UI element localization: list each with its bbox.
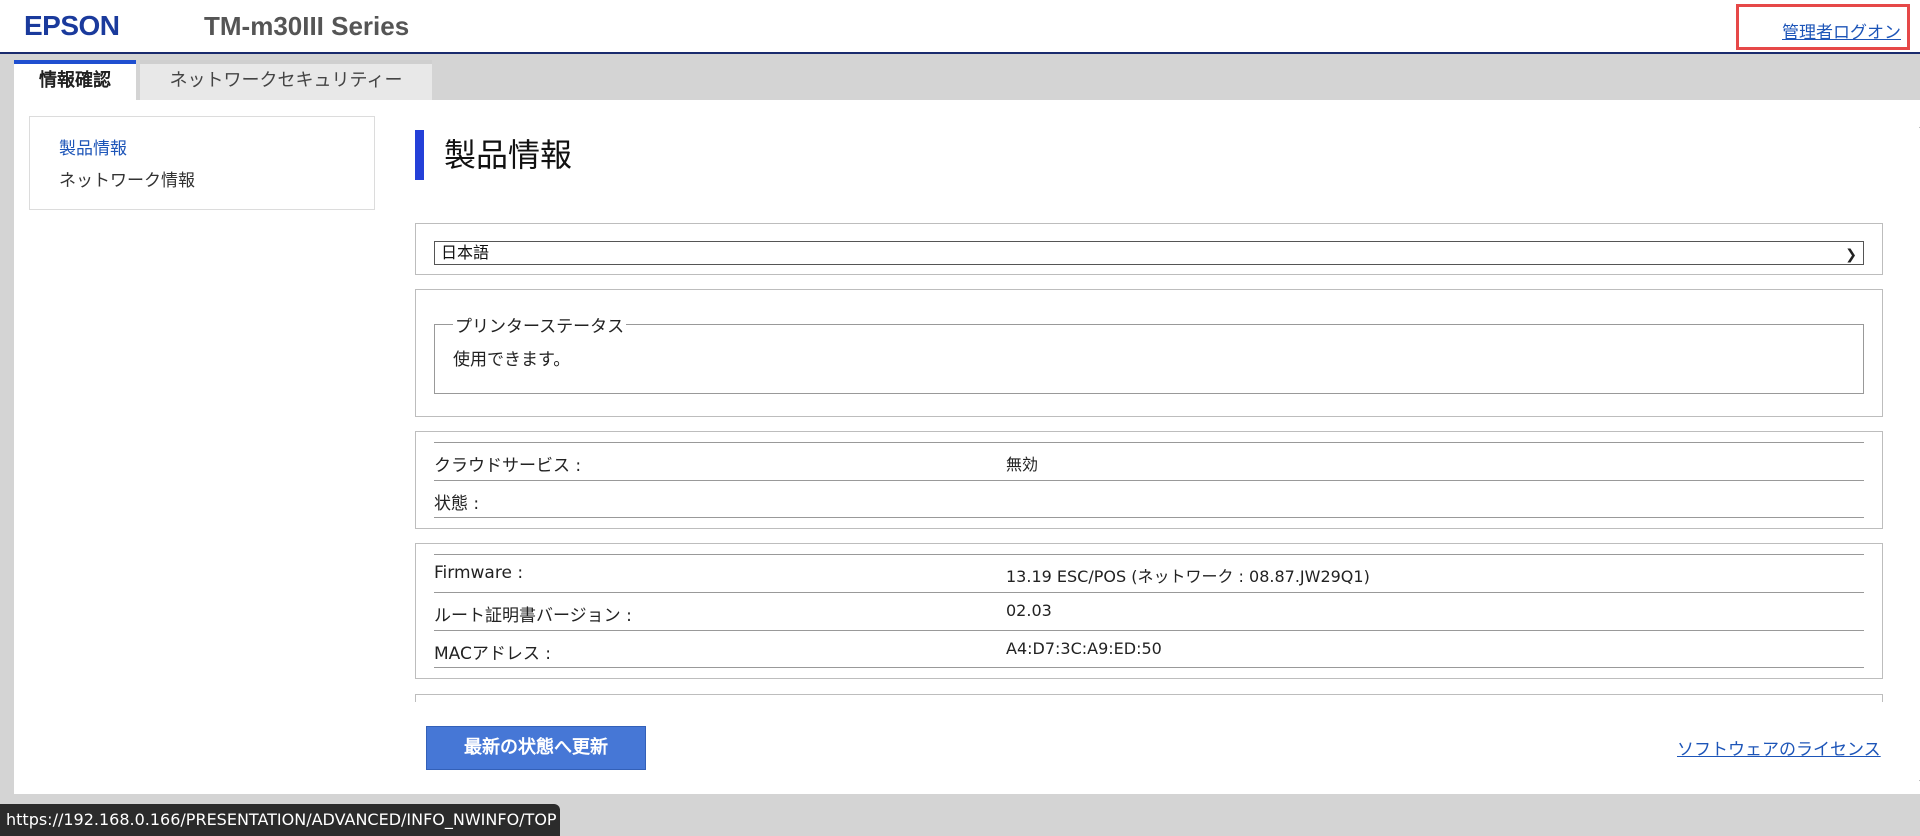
admin-login-link[interactable]: 管理者ログオン (1782, 18, 1901, 43)
printer-status-text: 使用できます。 (453, 350, 571, 370)
root-cert-label: ルート証明書バージョン : (434, 606, 632, 626)
admin-login-highlight: 管理者ログオン (1736, 4, 1910, 50)
page-title: 製品情報 (415, 130, 572, 180)
printer-status-fieldset: プリンターステータス 使用できます。 (434, 312, 1864, 394)
content-panel: 製品情報 ネットワーク情報 製品情報 日本語 ❯ プリンターステータス 使用でき… (14, 100, 1920, 794)
table-row: クラウドサービス : 無効 (434, 442, 1864, 480)
printer-status-legend: プリンターステータス (455, 317, 625, 337)
tab-network-security[interactable]: ネットワークセキュリティー (140, 60, 432, 100)
sidebar-item-product-info[interactable]: 製品情報 (59, 133, 374, 165)
epson-logo: EPSON (24, 10, 120, 41)
table-row: Firmware : 13.19 ESC/POS (ネットワーク : 08.87… (434, 554, 1864, 592)
language-selected-value: 日本語 (441, 243, 490, 262)
language-section: 日本語 ❯ (415, 223, 1883, 275)
software-license-link[interactable]: ソフトウェアのライセンス (1677, 735, 1881, 760)
language-select[interactable]: 日本語 ❯ (434, 241, 1864, 265)
mac-address-value: A4:D7:3C:A9:ED:50 (1006, 639, 1162, 658)
cloud-service-value: 無効 (1006, 455, 1039, 474)
table-row: 状態 : (434, 480, 1864, 518)
cloud-state-label: 状態 : (434, 494, 480, 514)
table-row: ルート証明書バージョン : 02.03 (434, 592, 1864, 630)
mac-address-label: MACアドレス : (434, 644, 551, 664)
next-section-edge (415, 694, 1883, 702)
browser-status-url: https://192.168.0.166/PRESENTATION/ADVAN… (0, 804, 560, 836)
side-navigation: 製品情報 ネットワーク情報 (29, 116, 375, 210)
refresh-button[interactable]: 最新の状態へ更新 (426, 726, 646, 770)
device-info-section: Firmware : 13.19 ESC/POS (ネットワーク : 08.87… (415, 543, 1883, 679)
cloud-info-table: クラウドサービス : 無効 状態 : (434, 442, 1864, 518)
table-row: MACアドレス : A4:D7:3C:A9:ED:50 (434, 630, 1864, 668)
device-info-table: Firmware : 13.19 ESC/POS (ネットワーク : 08.87… (434, 554, 1864, 668)
printer-status-section: プリンターステータス 使用できます。 (415, 289, 1883, 417)
product-title: TM-m30III Series (204, 11, 410, 41)
firmware-label: Firmware : (434, 563, 524, 583)
sidebar-item-network-info[interactable]: ネットワーク情報 (59, 165, 374, 197)
top-header: EPSON TM-m30III Series 管理者ログオン (0, 0, 1920, 54)
vertical-scrollbar[interactable] (1914, 100, 1920, 794)
tab-info[interactable]: 情報確認 (14, 60, 136, 100)
cloud-service-section: クラウドサービス : 無効 状態 : (415, 431, 1883, 529)
cloud-service-label: クラウドサービス : (434, 456, 582, 476)
root-cert-value: 02.03 (1006, 601, 1052, 620)
chevron-down-icon: ❯ (1845, 247, 1857, 263)
firmware-value: 13.19 ESC/POS (ネットワーク : 08.87.JW29Q1) (1006, 567, 1370, 586)
